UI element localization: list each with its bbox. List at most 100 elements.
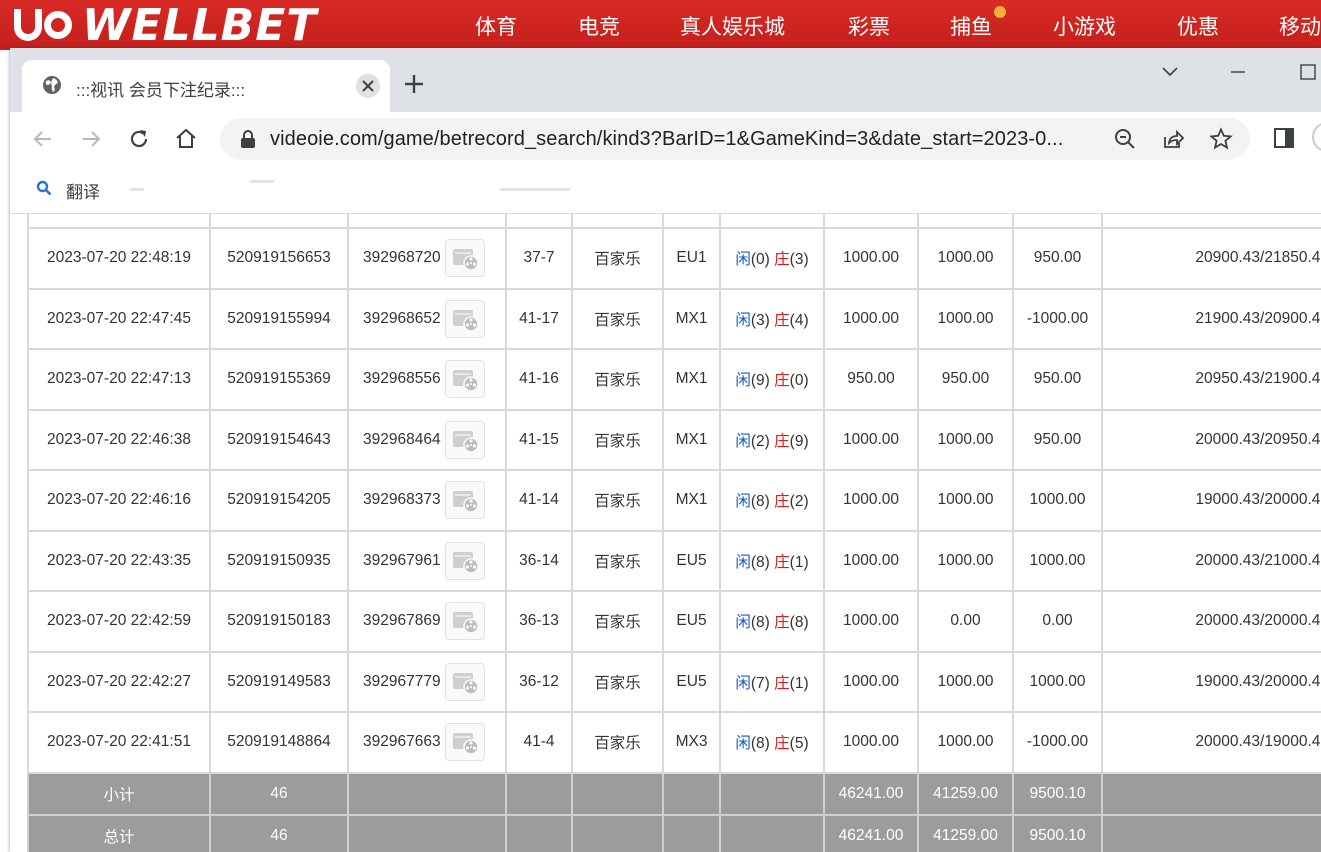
banker-label: 庄	[774, 553, 790, 571]
nav-item-live-casino[interactable]: 真人娱乐城	[680, 11, 785, 41]
tab-title: :::视讯 会员下注纪录:::	[76, 81, 246, 100]
win-amount: 1000.00	[1012, 529, 1103, 592]
banker-label: 庄	[774, 493, 790, 511]
forward-arrow-icon[interactable]	[78, 126, 104, 152]
bet-id: 520919150935	[209, 529, 349, 592]
reload-icon[interactable]	[126, 126, 152, 152]
address-bar[interactable]: videoie.com/game/betrecord_search/kind3?…	[220, 118, 1250, 160]
minimize-icon[interactable]	[1226, 60, 1250, 84]
site-header: WELLBET 体育 电竞 真人娱乐城 彩票 捕鱼 小游戏 优惠 移动	[0, 0, 1321, 51]
nav-item-promotions[interactable]: 优惠	[1177, 11, 1219, 41]
player-score: (0)	[750, 251, 770, 269]
replay-button[interactable]	[444, 481, 485, 520]
star-icon[interactable]	[1209, 127, 1233, 151]
plus-icon[interactable]	[402, 72, 426, 96]
nav-item-lottery[interactable]: 彩票	[848, 11, 890, 41]
replay-button[interactable]	[444, 723, 485, 762]
valid-amount: 1000.00	[917, 529, 1014, 592]
replay-button[interactable]	[444, 602, 485, 641]
home-icon[interactable]	[173, 126, 199, 152]
nav-item-mobile[interactable]: 移动	[1279, 11, 1321, 41]
bookmark-translate[interactable]: 翻译	[66, 178, 100, 203]
shoe-number: 41-14	[505, 469, 573, 532]
profile-avatar[interactable]	[1312, 122, 1321, 152]
summary-valid: 41259.00	[917, 771, 1014, 816]
film-reel-icon	[452, 733, 479, 755]
url-text: videoie.com/game/betrecord_search/kind3?…	[270, 128, 1064, 150]
bet-time: 2023-07-20 22:47:13	[27, 348, 211, 411]
replay-button[interactable]	[444, 360, 485, 399]
player-score: (8)	[750, 735, 770, 753]
game-type: 百家乐	[571, 469, 664, 532]
close-tab-button[interactable]	[356, 74, 380, 98]
table-code: MX1	[662, 469, 721, 532]
nav-item-mini-games[interactable]: 小游戏	[1053, 11, 1116, 41]
film-reel-icon	[452, 430, 479, 453]
tab-bet-records[interactable]: :::视讯 会员下注纪录:::	[22, 60, 390, 112]
replay-button[interactable]	[444, 299, 485, 338]
shoe-number: 41-4	[505, 711, 573, 774]
balance-change: 20000.43/21000.43	[1101, 529, 1321, 592]
close-icon	[362, 80, 374, 92]
balance-change: 20900.43/21850.43	[1101, 227, 1321, 290]
win-amount: 1000.00	[1012, 469, 1103, 532]
banker-score: (2)	[789, 493, 809, 511]
round-cell: 392968556	[347, 348, 507, 411]
total-row: 总计 46 46241.00 41259.00 9500.10	[27, 813, 1321, 852]
replay-button[interactable]	[444, 420, 485, 459]
win-amount: 950.00	[1012, 348, 1103, 411]
round-cell: 392967961	[347, 529, 507, 592]
redacted-bookmark	[130, 188, 144, 191]
player-score: (8)	[750, 614, 770, 632]
banker-label: 庄	[774, 674, 790, 692]
result-cell: 闲(8) 庄(8)	[719, 590, 825, 653]
valid-amount: 950.00	[917, 348, 1014, 411]
replay-button[interactable]	[444, 662, 485, 701]
table-code: MX1	[662, 348, 721, 411]
win-amount: 950.00	[1012, 227, 1103, 290]
banker-score: (5)	[789, 735, 809, 753]
summary-bet: 46241.00	[823, 813, 919, 852]
replay-button[interactable]	[444, 239, 485, 278]
nav-item-esports[interactable]: 电竞	[578, 11, 620, 41]
bet-time: 2023-07-20 22:41:51	[27, 711, 211, 774]
nav-item-fishing[interactable]: 捕鱼	[950, 11, 992, 41]
balance-change: 20950.43/21900.43	[1101, 348, 1321, 411]
result-cell: 闲(0) 庄(3)	[719, 227, 825, 290]
shoe-number: 36-12	[505, 650, 573, 713]
summary-label: 小计	[27, 771, 211, 816]
back-arrow-icon[interactable]	[30, 126, 56, 152]
balance-change: 19000.43/20000.43	[1101, 469, 1321, 532]
banker-score: (3)	[789, 251, 809, 269]
round-id: 392967779	[363, 672, 441, 690]
round-id: 392967961	[363, 551, 441, 569]
player-score: (2)	[750, 432, 770, 450]
table-code: EU5	[662, 650, 721, 713]
game-type: 百家乐	[571, 590, 664, 653]
bet-id: 520919155369	[209, 348, 349, 411]
bet-time: 2023-07-20 22:46:38	[27, 408, 211, 471]
player-label: 闲	[735, 493, 751, 511]
table-code: MX1	[662, 287, 721, 350]
replay-button[interactable]	[444, 541, 485, 580]
game-type: 百家乐	[571, 287, 664, 350]
shoe-number: 41-17	[505, 287, 573, 350]
banker-score: (0)	[789, 372, 809, 390]
win-amount: -1000.00	[1012, 711, 1103, 774]
player-score: (9)	[750, 372, 770, 390]
lock-icon[interactable]	[240, 130, 256, 148]
balance-change: 20000.43/20950.43	[1101, 408, 1321, 471]
result-cell: 闲(3) 庄(4)	[719, 287, 825, 350]
summary-valid: 41259.00	[917, 813, 1014, 852]
nav-item-sports[interactable]: 体育	[475, 11, 517, 41]
flame-icon	[994, 6, 1006, 18]
chevron-down-icon[interactable]	[1158, 60, 1182, 84]
zoom-icon[interactable]	[1113, 127, 1137, 151]
maximize-icon[interactable]	[1296, 60, 1320, 84]
bet-id: 520919154205	[209, 469, 349, 532]
banker-label: 庄	[774, 372, 790, 390]
share-icon[interactable]	[1161, 127, 1185, 151]
player-label: 闲	[735, 553, 751, 571]
side-panel-icon[interactable]	[1272, 126, 1296, 150]
tab-strip: :::视讯 会员下注纪录:::	[10, 48, 1321, 112]
